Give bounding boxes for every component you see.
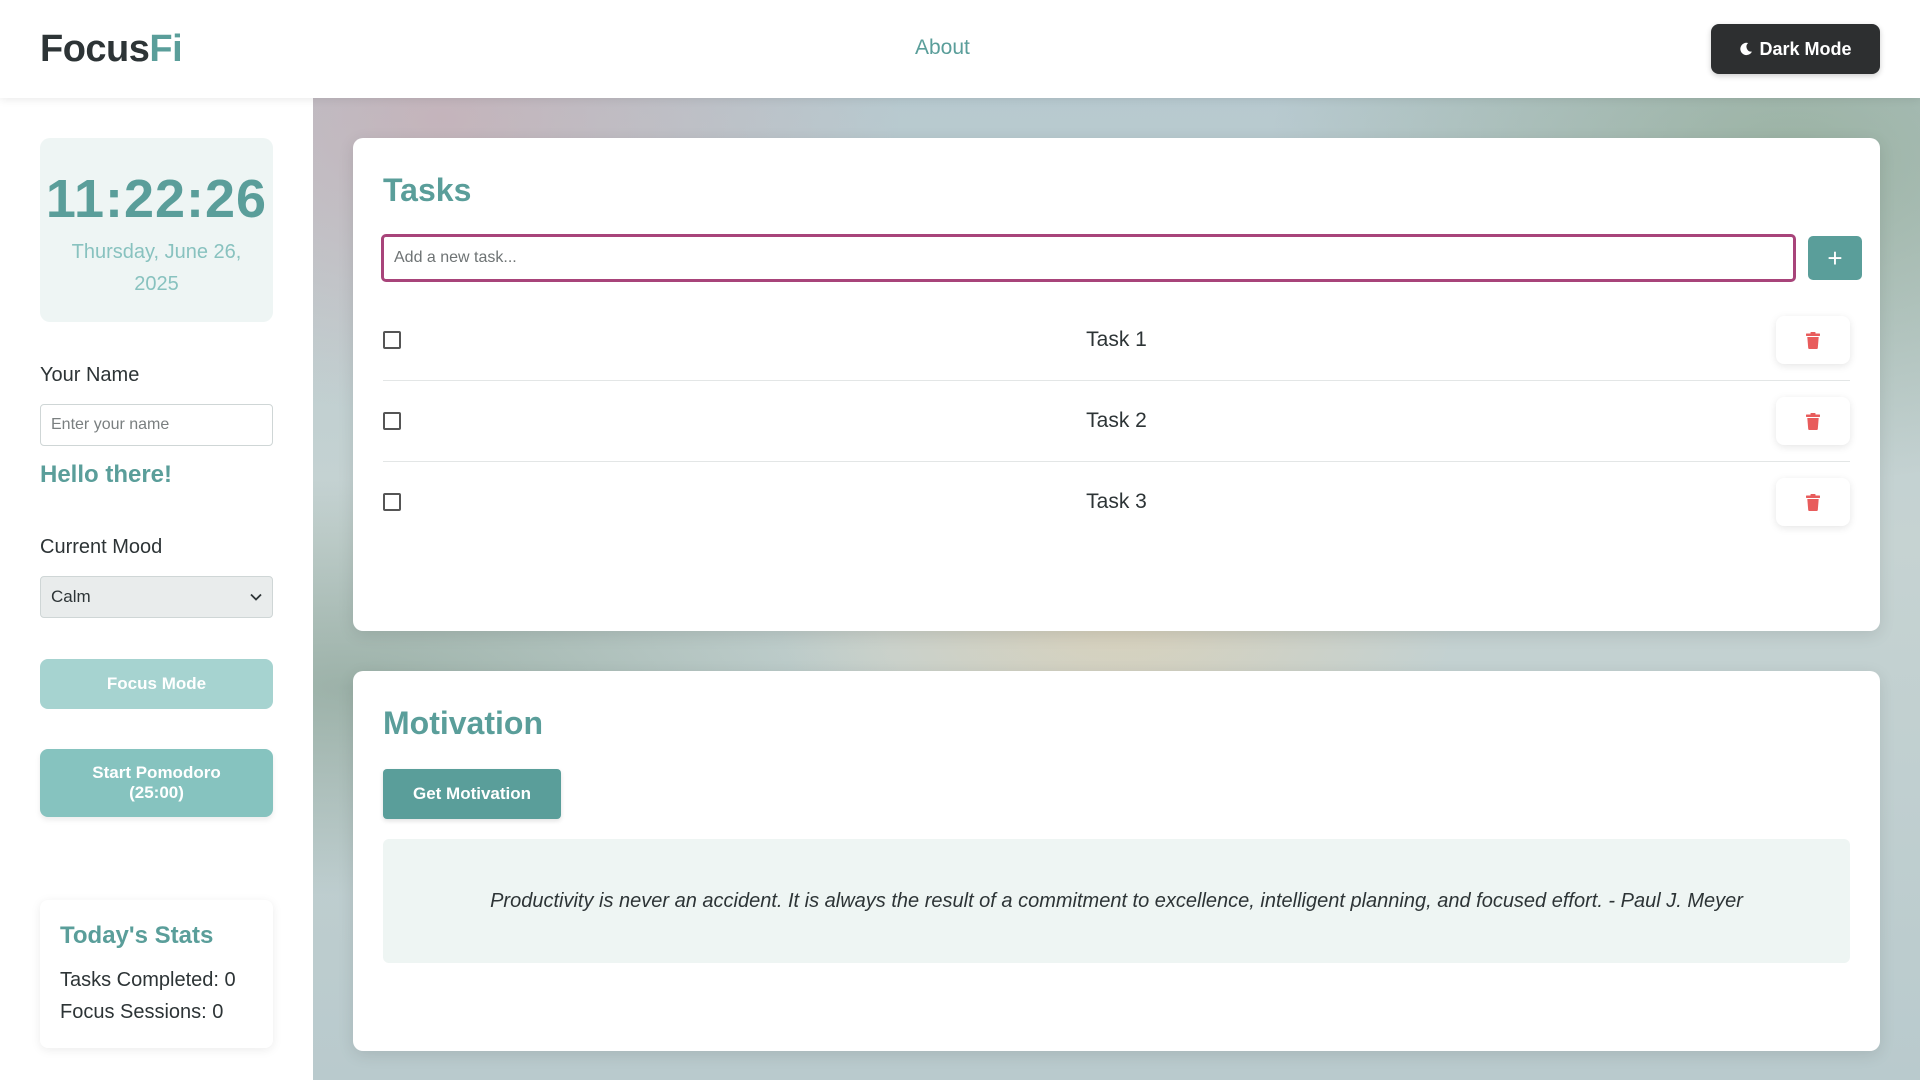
logo-accent-text: Fi — [149, 28, 183, 70]
focus-mode-button[interactable]: Focus Mode — [40, 659, 273, 709]
task-label: Task 1 — [1086, 328, 1147, 351]
app-header: FocusFi About Dark Mode — [0, 0, 1920, 98]
delete-task-button[interactable] — [1776, 397, 1850, 445]
mood-selected-value: Calm — [51, 587, 91, 606]
clock-card: 11:22:26 Thursday, June 26, 2025 — [40, 138, 273, 322]
trash-icon — [1806, 493, 1820, 511]
clock-date: Thursday, June 26, 2025 — [71, 241, 242, 295]
trash-icon — [1806, 331, 1820, 349]
stats-title: Today's Stats — [60, 922, 214, 949]
delete-task-button[interactable] — [1776, 316, 1850, 364]
get-motivation-button[interactable]: Get Motivation — [383, 769, 561, 819]
quote-box: Productivity is never an accident. It is… — [383, 839, 1850, 963]
chevron-down-icon — [250, 593, 262, 601]
dark-mode-label: Dark Mode — [1759, 38, 1852, 59]
task-row: Task 2 — [383, 382, 1850, 462]
start-pomodoro-button[interactable]: Start Pomodoro (25:00) — [40, 749, 273, 817]
sidebar: 11:22:26 Thursday, June 26, 2025 Your Na… — [0, 98, 313, 1080]
dark-mode-button[interactable]: Dark Mode — [1711, 24, 1880, 74]
clock-time: 11:22:26 — [45, 169, 268, 229]
stats-card: Today's Stats Tasks Completed: 0 Focus S… — [40, 900, 273, 1048]
app-logo[interactable]: FocusFi — [40, 28, 183, 71]
tasks-completed-stat: Tasks Completed: 0 — [60, 969, 236, 991]
logo-main-text: Focus — [40, 28, 150, 70]
tasks-title: Tasks — [383, 172, 472, 208]
trash-icon — [1806, 412, 1820, 430]
mood-select[interactable]: Calm — [40, 576, 273, 618]
moon-icon — [1740, 42, 1753, 56]
tasks-panel: Tasks + Task 1 Task 2 — [353, 138, 1880, 631]
task-label: Task 2 — [1086, 409, 1147, 432]
nav-about-link[interactable]: About — [915, 36, 970, 60]
motivation-panel: Motivation Get Motivation Productivity i… — [353, 671, 1880, 1051]
task-label: Task 3 — [1086, 490, 1147, 513]
focus-sessions-stat: Focus Sessions: 0 — [60, 1001, 224, 1023]
task-row: Task 3 — [383, 463, 1850, 543]
task-row: Task 1 — [383, 301, 1850, 381]
delete-task-button[interactable] — [1776, 478, 1850, 526]
add-task-button[interactable]: + — [1808, 236, 1862, 280]
mood-label: Current Mood — [40, 536, 163, 558]
name-input[interactable] — [40, 404, 273, 446]
greeting-text: Hello there! — [40, 461, 173, 488]
main-content: Tasks + Task 1 Task 2 — [313, 98, 1920, 1080]
motivation-title: Motivation — [383, 705, 543, 741]
name-label: Your Name — [40, 364, 140, 386]
new-task-input[interactable] — [381, 234, 1796, 282]
quote-text: Productivity is never an accident. It is… — [490, 889, 1743, 912]
